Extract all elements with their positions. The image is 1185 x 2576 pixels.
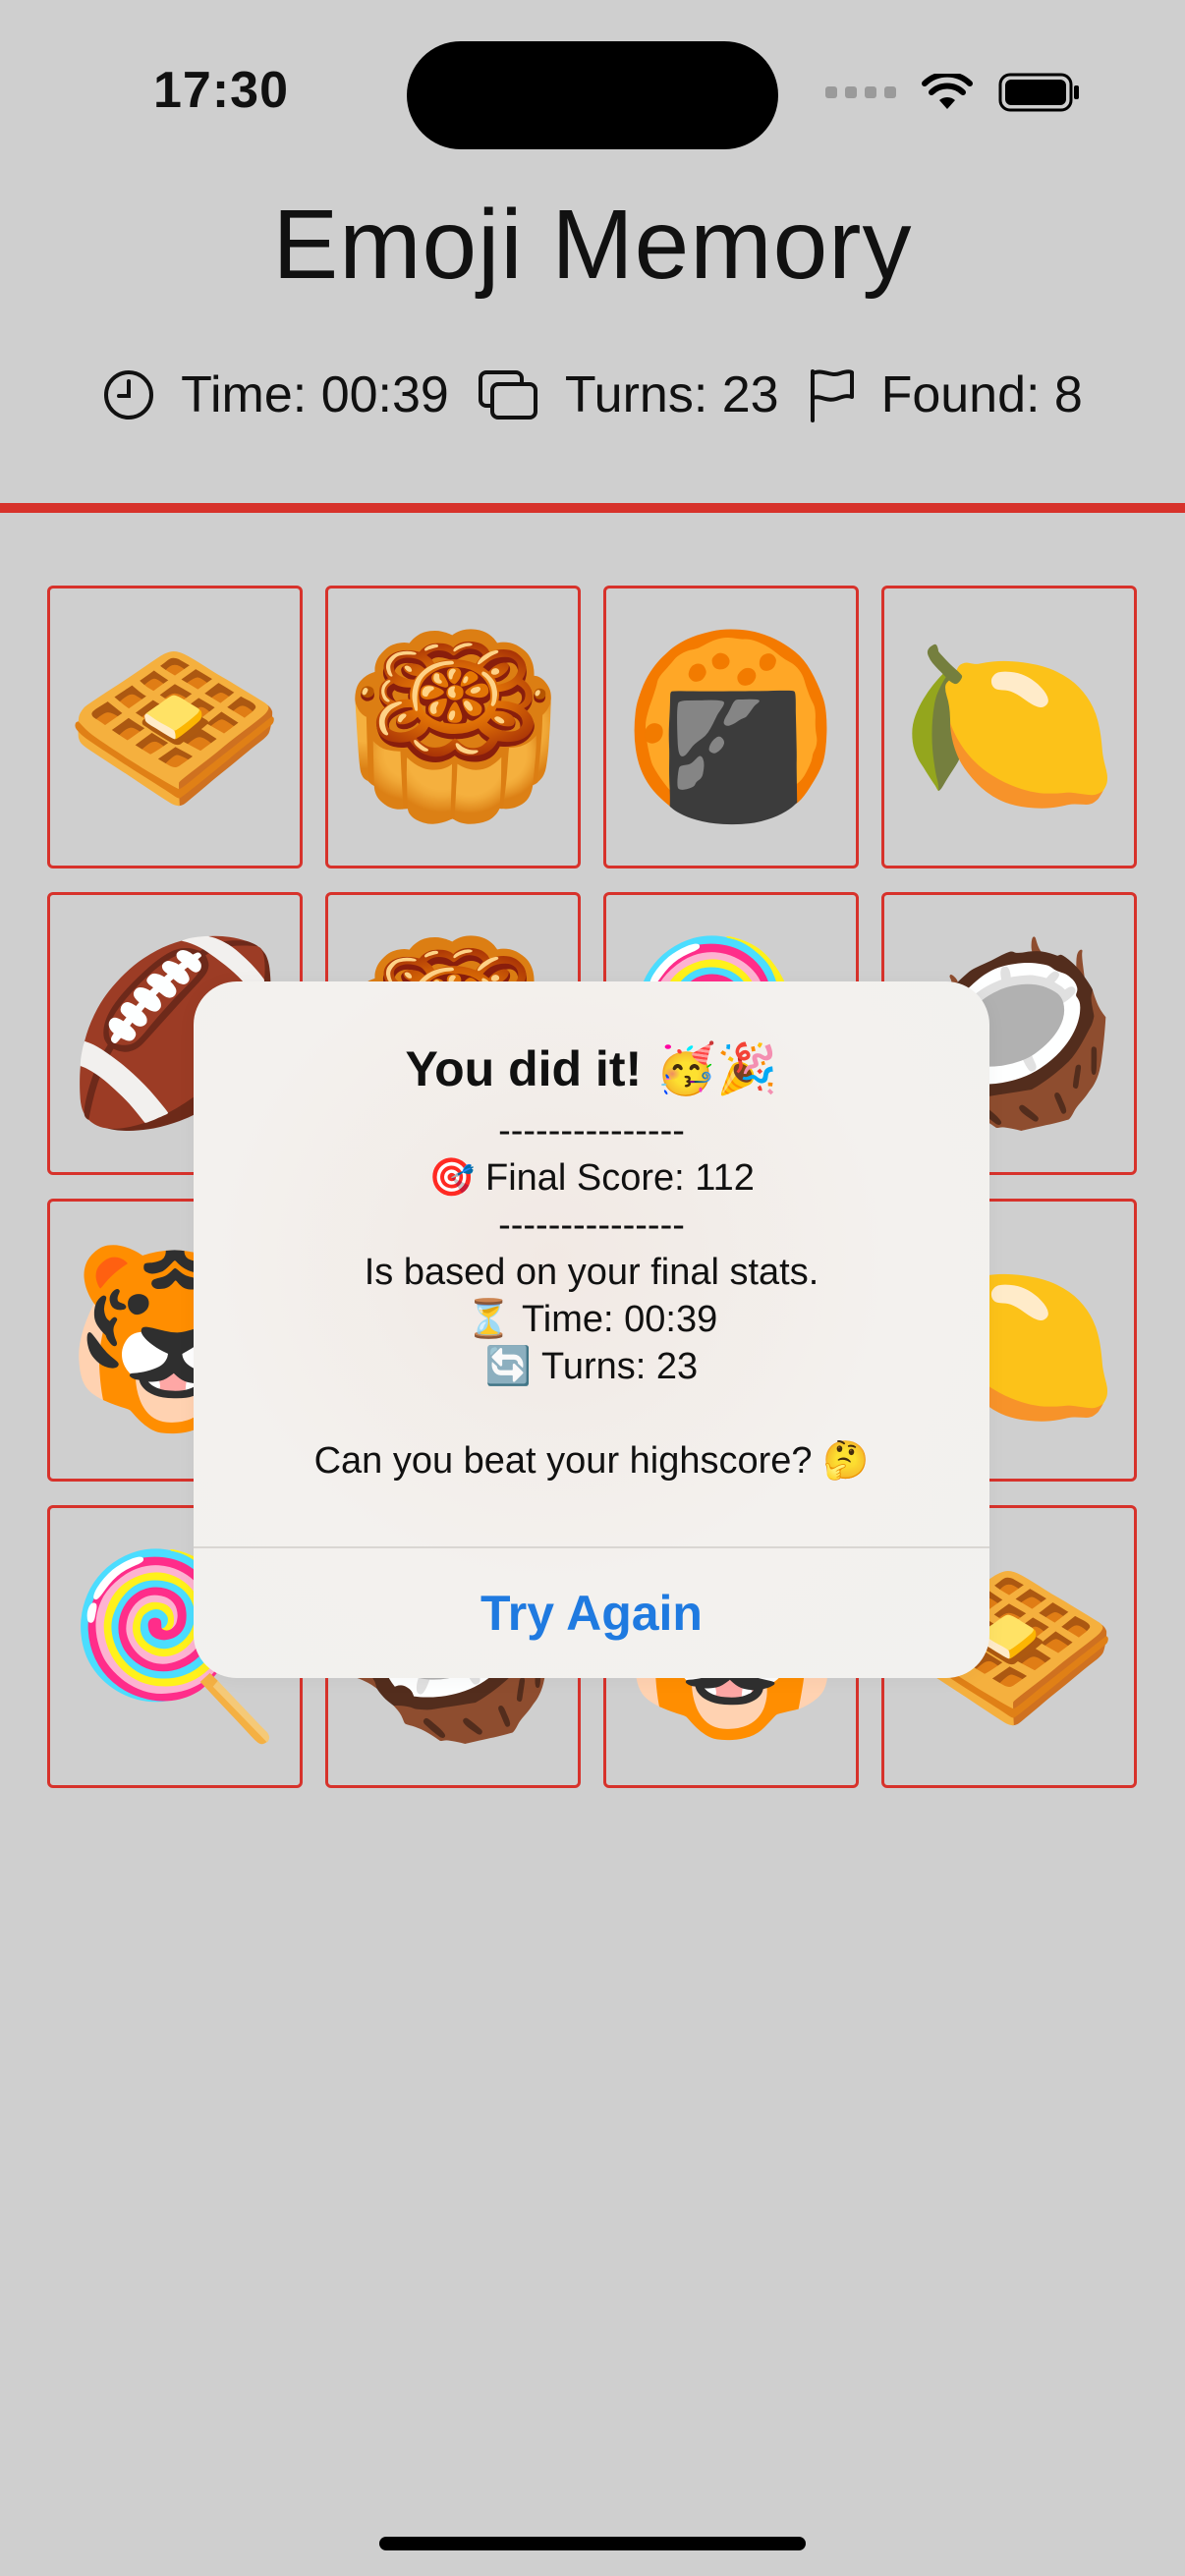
signal-dots-icon	[825, 86, 896, 98]
found-stat: Found: 8	[807, 365, 1083, 424]
alert-message: --------------- 🎯 Final Score: 112 -----…	[313, 1110, 870, 1482]
turns-stat: Turns: 23	[477, 365, 779, 424]
time-stat: Time: 00:39	[102, 365, 449, 424]
try-again-button[interactable]: Try Again	[194, 1548, 989, 1678]
clock-icon	[102, 368, 155, 421]
alert-title: You did it! 🥳🎉	[405, 1041, 778, 1096]
time-value: Time: 00:39	[181, 366, 449, 423]
progress-divider	[0, 503, 1185, 513]
flag-icon	[807, 367, 856, 422]
status-icons	[825, 73, 1081, 112]
wifi-icon	[922, 74, 973, 111]
result-alert: You did it! 🥳🎉 --------------- 🎯 Final S…	[194, 981, 989, 1678]
memory-card[interactable]: 🍘	[603, 586, 859, 868]
dynamic-island	[407, 41, 778, 149]
battery-icon	[998, 73, 1081, 112]
stats-row: Time: 00:39 Turns: 23 Found: 8	[0, 365, 1185, 424]
page-title: Emoji Memory	[272, 190, 913, 300]
memory-card[interactable]: 🍋	[881, 586, 1137, 868]
turns-value: Turns: 23	[564, 366, 779, 423]
home-indicator	[379, 2537, 806, 2550]
found-value: Found: 8	[880, 366, 1083, 423]
memory-card[interactable]: 🥮	[325, 586, 581, 868]
cards-icon	[477, 368, 539, 421]
memory-card[interactable]: 🧇	[47, 586, 303, 868]
status-time: 17:30	[153, 62, 289, 119]
